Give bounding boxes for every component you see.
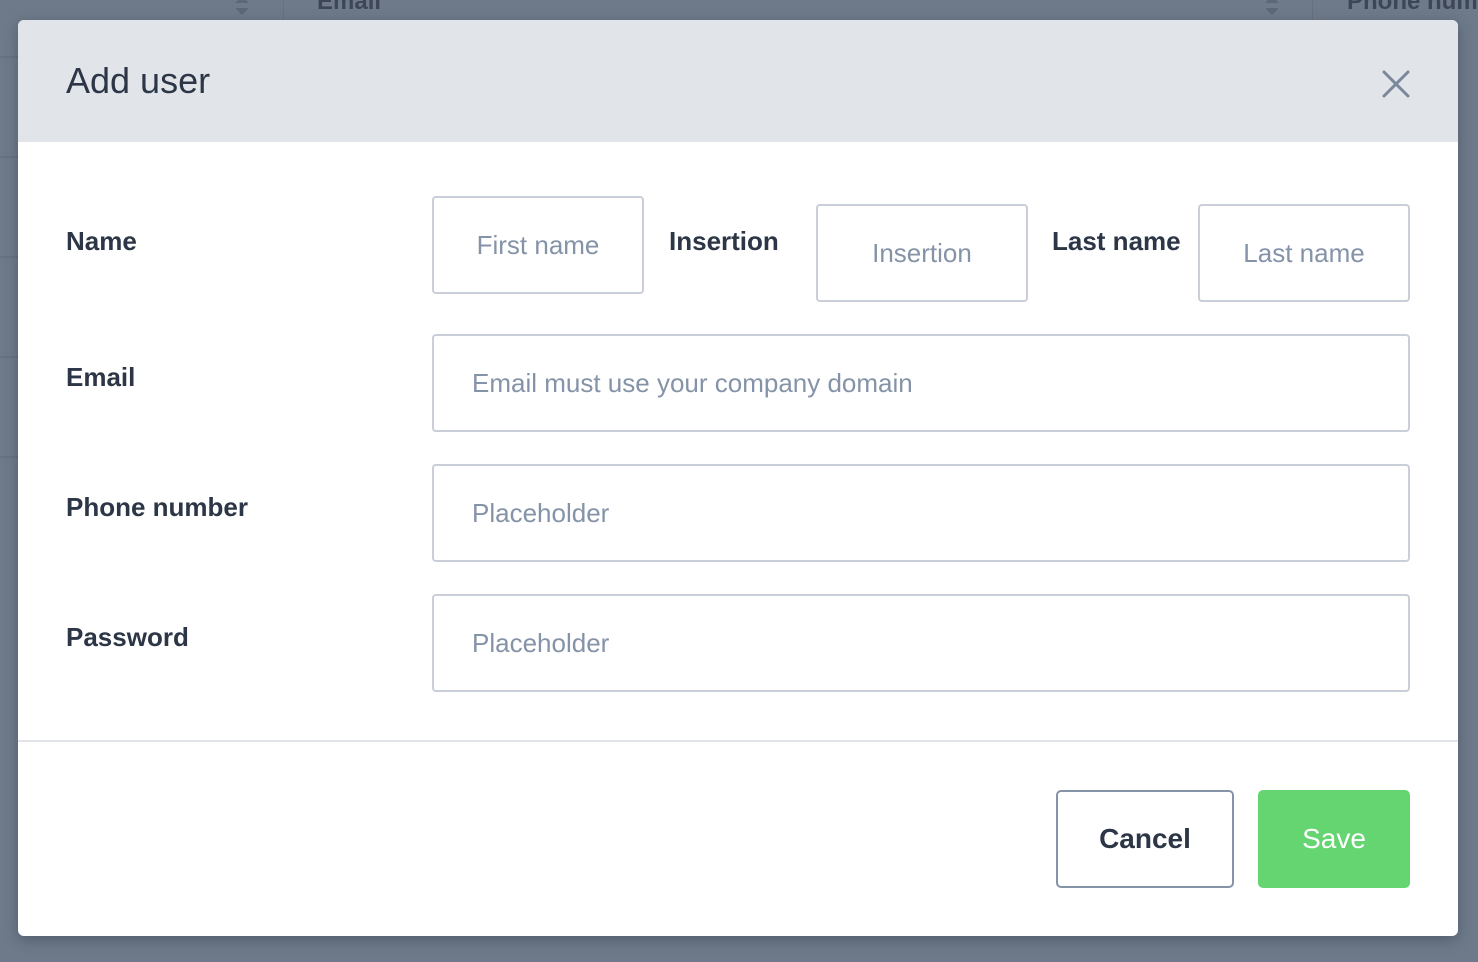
cancel-button[interactable]: Cancel	[1056, 790, 1234, 888]
close-button[interactable]	[1376, 64, 1416, 104]
insertion-label: Insertion	[669, 226, 779, 256]
row-divider	[0, 456, 18, 458]
add-user-modal: Add user Name Insertion Last name Email …	[18, 20, 1458, 936]
row-divider	[0, 256, 18, 258]
modal-title: Add user	[66, 60, 211, 101]
column-divider	[283, 0, 284, 20]
insertion-input[interactable]	[816, 204, 1028, 302]
password-input[interactable]	[432, 594, 1410, 692]
phone-number-input[interactable]	[432, 464, 1410, 562]
sort-icon	[1263, 0, 1281, 20]
footer-divider	[18, 740, 1458, 742]
email-input[interactable]	[432, 334, 1410, 432]
modal-header: Add user	[18, 20, 1458, 142]
email-label: Email	[66, 362, 136, 392]
column-header-phone: Phone num	[1347, 0, 1478, 15]
column-header-email: Email	[317, 0, 382, 15]
column-divider	[1312, 0, 1313, 20]
sort-icon	[233, 0, 251, 20]
first-name-input[interactable]	[432, 196, 644, 294]
save-button[interactable]: Save	[1258, 790, 1410, 888]
last-name-label: Last name	[1052, 226, 1181, 256]
name-label: Name	[66, 226, 137, 256]
password-label: Password	[66, 622, 189, 652]
row-divider	[0, 356, 18, 358]
close-icon	[1382, 70, 1410, 98]
last-name-input[interactable]	[1198, 204, 1410, 302]
row-divider	[0, 56, 18, 58]
phone-number-label: Phone number	[66, 492, 249, 522]
row-divider	[0, 156, 18, 158]
